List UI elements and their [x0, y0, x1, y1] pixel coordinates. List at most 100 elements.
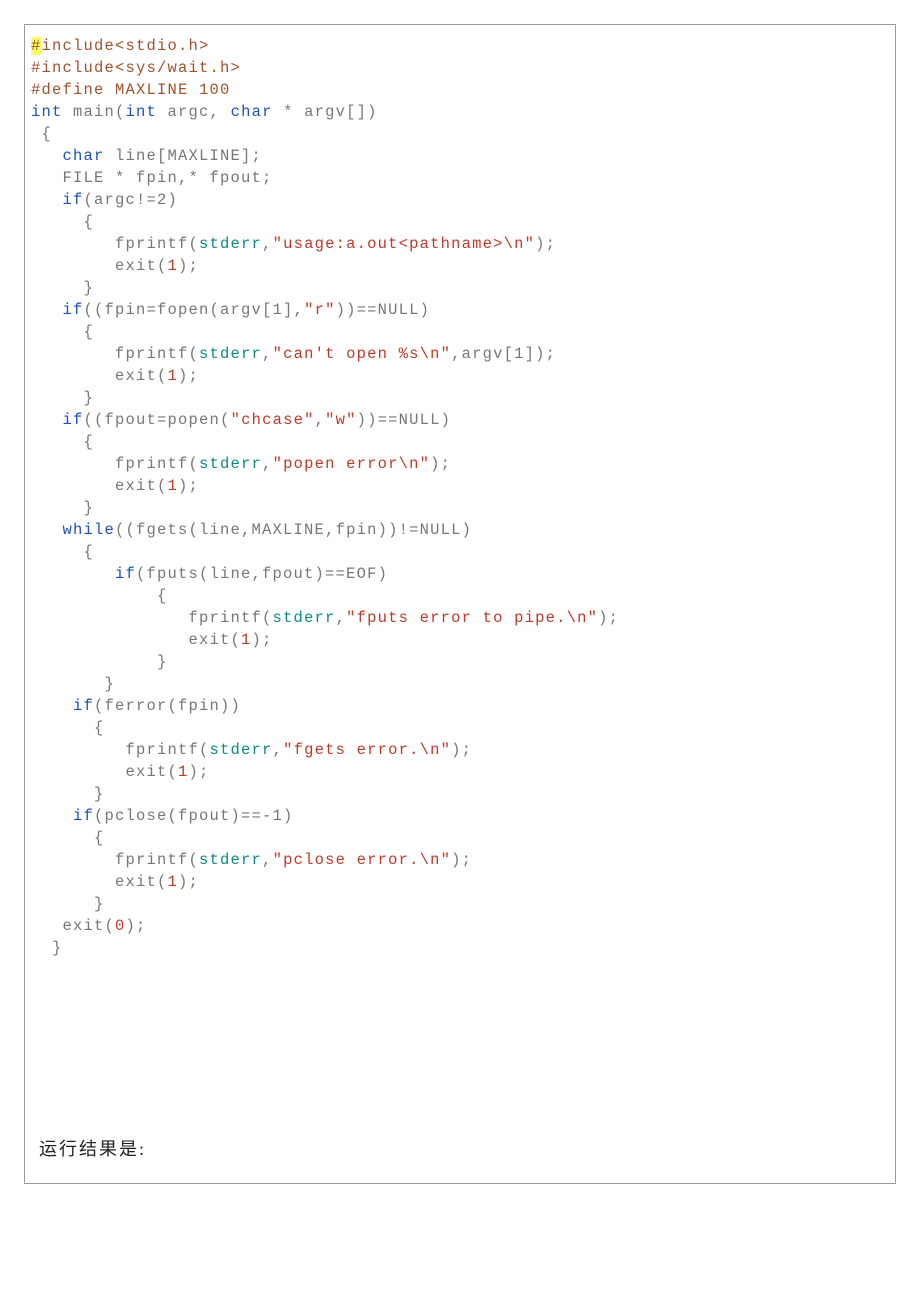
code-token: );: [535, 235, 556, 253]
code-token: [31, 521, 63, 539]
code-token: if: [115, 565, 136, 583]
code-token: stderr: [199, 235, 262, 253]
code-token: "pclose error.\n": [273, 851, 452, 869]
code-line-1-highlight: #: [31, 37, 42, 55]
code-token: stderr: [199, 345, 262, 363]
code-line: }: [31, 389, 94, 407]
code-token: (ferror(fpin)): [94, 697, 241, 715]
code-line: }: [31, 785, 105, 803]
code-token: ))==NULL): [357, 411, 452, 429]
code-token: if: [63, 411, 84, 429]
code-token: ,: [336, 609, 347, 627]
code-token: (fputs(line,fpout)==EOF): [136, 565, 388, 583]
code-token: exit(: [31, 873, 168, 891]
code-token: (pclose(fpout)==-1): [94, 807, 294, 825]
code-token: ,: [315, 411, 326, 429]
code-token: char: [63, 147, 105, 165]
code-line: {: [31, 213, 94, 231]
code-token: exit(: [31, 631, 241, 649]
code-token: ,: [262, 345, 273, 363]
result-label: 运行结果是:: [31, 1131, 154, 1171]
code-token: "fgets error.\n": [283, 741, 451, 759]
code-line: {: [31, 125, 52, 143]
code-token: 1: [168, 873, 179, 891]
code-token: 0: [115, 917, 126, 935]
code-line: {: [31, 433, 94, 451]
code-token: stderr: [210, 741, 273, 759]
code-token: [31, 565, 115, 583]
code-line: }: [31, 279, 94, 297]
code-token: (argc!=2): [84, 191, 179, 209]
code-token: stderr: [199, 851, 262, 869]
code-token: ,: [262, 235, 273, 253]
code-token: int: [31, 103, 63, 121]
code-token: "chcase": [231, 411, 315, 429]
code-line: {: [31, 543, 94, 561]
code-token: 1: [168, 257, 179, 275]
code-token: fprintf(: [31, 851, 199, 869]
code-token: main(: [63, 103, 126, 121]
code-line-3: #define MAXLINE 100: [31, 81, 231, 99]
code-line-2: #include<sys/wait.h>: [31, 59, 241, 77]
code-token: [31, 147, 63, 165]
code-token: );: [598, 609, 619, 627]
code-line-1-rest: include<stdio.h>: [42, 37, 210, 55]
page-frame: #include<stdio.h> #include<sys/wait.h> #…: [24, 24, 896, 1184]
code-line: }: [31, 675, 115, 693]
code-token: );: [430, 455, 451, 473]
code-line: {: [31, 587, 168, 605]
code-token: [31, 301, 63, 319]
code-token: if: [73, 807, 94, 825]
code-token: if: [63, 301, 84, 319]
code-token: );: [178, 257, 199, 275]
code-token: [31, 411, 63, 429]
code-token: ,: [262, 455, 273, 473]
code-line: {: [31, 829, 105, 847]
code-token: ))==NULL): [336, 301, 431, 319]
code-token: while: [63, 521, 116, 539]
code-token: );: [451, 851, 472, 869]
code-token: "can't open %s\n": [273, 345, 452, 363]
code-token: exit(: [31, 257, 168, 275]
code-token: * argv[]): [273, 103, 378, 121]
code-token: exit(: [31, 477, 168, 495]
code-token: 1: [241, 631, 252, 649]
code-token: fprintf(: [31, 455, 199, 473]
code-token: );: [178, 477, 199, 495]
code-token: fprintf(: [31, 609, 273, 627]
code-token: "popen error\n": [273, 455, 431, 473]
code-token: );: [252, 631, 273, 649]
code-token: ((fpout=popen(: [84, 411, 231, 429]
code-token: ,argv[1]);: [451, 345, 556, 363]
code-token: );: [451, 741, 472, 759]
code-token: "r": [304, 301, 336, 319]
code-token: "fputs error to pipe.\n": [346, 609, 598, 627]
code-token: );: [178, 873, 199, 891]
code-line: }: [31, 499, 94, 517]
code-token: 1: [168, 477, 179, 495]
code-token: [31, 697, 73, 715]
code-token: int: [126, 103, 158, 121]
code-token: [31, 807, 73, 825]
code-line: }: [31, 895, 105, 913]
code-token: 1: [178, 763, 189, 781]
code-token: if: [73, 697, 94, 715]
code-line: FILE * fpin,* fpout;: [31, 169, 273, 187]
code-token: );: [189, 763, 210, 781]
code-block: #include<stdio.h> #include<sys/wait.h> #…: [25, 25, 895, 963]
code-token: "usage:a.out<pathname>\n": [273, 235, 536, 253]
code-token: fprintf(: [31, 741, 210, 759]
code-token: stderr: [199, 455, 262, 473]
code-token: ,: [262, 851, 273, 869]
code-token: line[MAXLINE];: [105, 147, 263, 165]
code-line: }: [31, 939, 63, 957]
code-token: if: [63, 191, 84, 209]
code-token: exit(: [31, 763, 178, 781]
code-line: }: [31, 653, 168, 671]
code-token: 1: [168, 367, 179, 385]
code-line: {: [31, 719, 105, 737]
code-token: exit(: [31, 367, 168, 385]
code-token: );: [126, 917, 147, 935]
code-token: [31, 191, 63, 209]
code-token: ((fpin=fopen(argv[1],: [84, 301, 305, 319]
